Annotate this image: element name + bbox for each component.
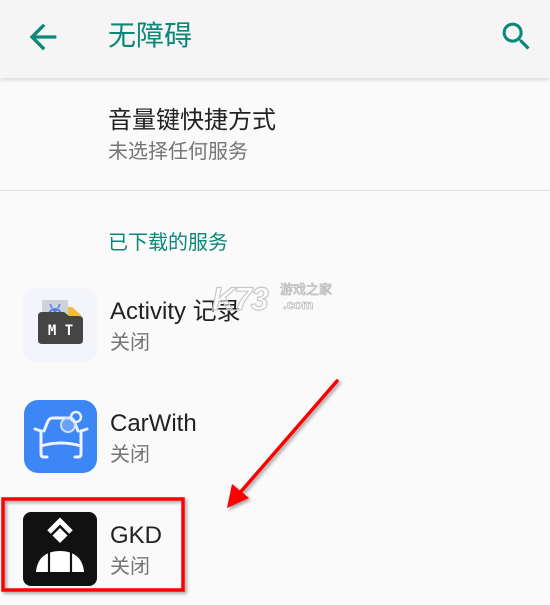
shortcut-title: 音量键快捷方式 <box>108 107 276 134</box>
service-item-gkd[interactable]: GKD 关闭 <box>0 493 550 605</box>
back-button[interactable] <box>23 17 63 57</box>
search-button[interactable] <box>498 18 535 55</box>
service-status: 关闭 <box>110 332 150 354</box>
service-name: GKD <box>110 522 163 549</box>
arrow-back-icon <box>29 23 57 51</box>
service-item-activity-record[interactable]: M T Activity 记录 关闭 <box>0 269 550 381</box>
app-bar: 无障碍 <box>0 0 550 78</box>
service-item-carwith[interactable]: CarWith 关闭 <box>0 381 550 493</box>
service-name: Activity 记录 <box>110 298 241 325</box>
mt-manager-icon: M T <box>23 288 97 362</box>
section-header-downloaded-services: 已下载的服务 <box>108 232 228 254</box>
service-name: CarWith <box>110 410 197 437</box>
gkd-icon <box>23 512 97 586</box>
service-status: 关闭 <box>110 556 150 578</box>
volume-key-shortcut-item[interactable]: 音量键快捷方式 未选择任何服务 <box>0 78 550 190</box>
divider <box>0 190 550 191</box>
shortcut-summary: 未选择任何服务 <box>108 141 248 163</box>
search-icon <box>502 22 530 50</box>
service-status: 关闭 <box>110 444 150 466</box>
carwith-icon <box>23 400 97 474</box>
page-title: 无障碍 <box>108 20 193 51</box>
mt-icon-label: M T <box>48 323 73 339</box>
